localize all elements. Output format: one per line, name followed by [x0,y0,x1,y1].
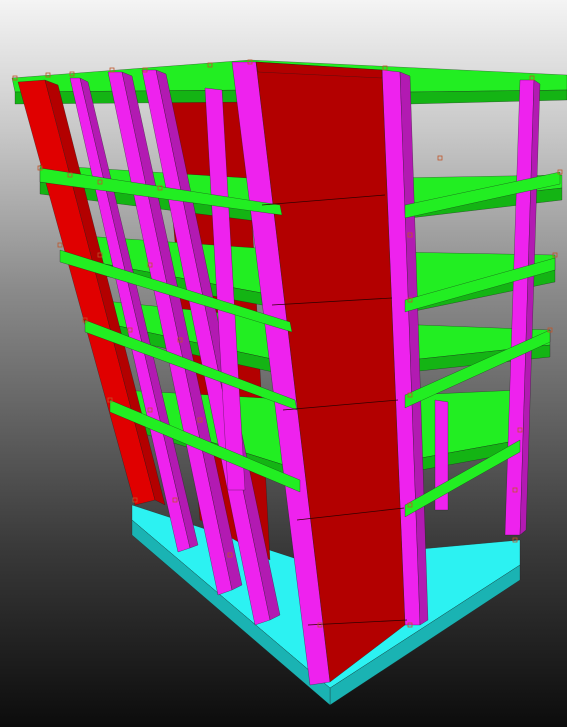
node-marker [437,155,443,161]
model-viewport[interactable] [0,0,567,727]
structural-3d-model [11,59,567,706]
node-marker [57,242,63,248]
column [504,79,541,536]
